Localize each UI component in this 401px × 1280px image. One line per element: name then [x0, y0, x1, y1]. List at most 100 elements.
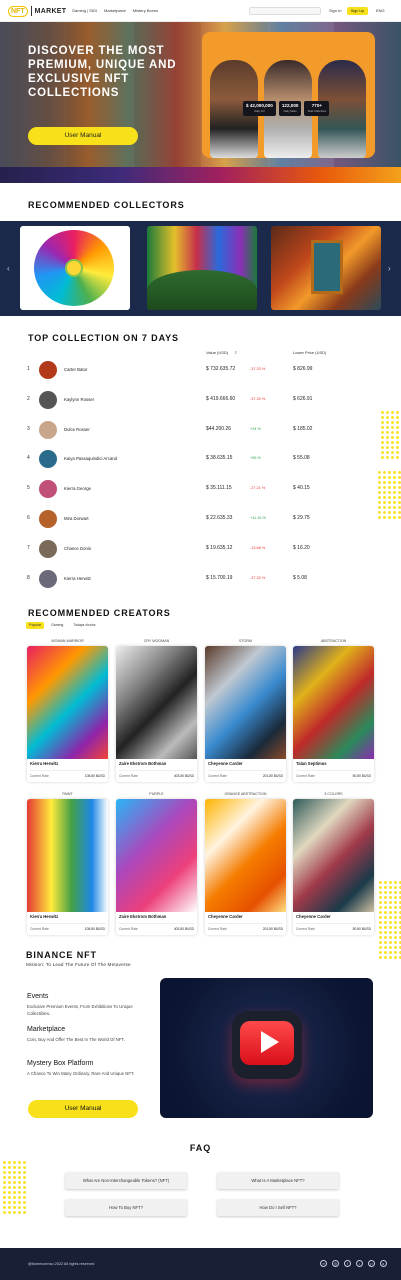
table-row[interactable]: 7 Chance Donin $ 19.635.12 -13.68 % $ 16.20: [0, 535, 401, 565]
collection-value: $ 19.635.12: [206, 544, 233, 551]
card-divider: [119, 770, 194, 771]
youtube-red-box: [240, 1021, 294, 1065]
instagram-icon[interactable]: ◎: [332, 1260, 339, 1267]
artwork-image: [27, 799, 108, 912]
current-rate-label: Current Rate: [30, 774, 49, 778]
avatar: [39, 510, 57, 528]
creator-card[interactable]: Cheyenne Carder Current Rate 201.80 BUSD: [205, 646, 286, 782]
rank-number: 2: [27, 395, 30, 402]
avatar: [39, 420, 57, 439]
current-rate-label: Current Rate: [30, 927, 49, 931]
youtube-icon[interactable]: ▸: [380, 1260, 387, 1267]
rank-number: 4: [27, 455, 30, 462]
feature-title-mystery-box: Mystery Box Platform: [27, 1060, 94, 1067]
table-row[interactable]: 6 Mira Dorwart $ 22.635.33 +11.15 % $ 29.75: [0, 505, 401, 535]
collectors-title: RECOMMENDED COLLECTORS: [28, 200, 185, 210]
creator-tabs: Popular Gaming Todays choice: [26, 622, 99, 629]
tab-popular[interactable]: Popular: [26, 622, 45, 629]
avatar: [39, 390, 57, 409]
play-icon[interactable]: [261, 1031, 279, 1053]
creator-name: Kierra Herwitz: [30, 761, 59, 766]
creator-card[interactable]: Cheyenne Carder Current Rate 201.80 BUSD: [205, 799, 286, 935]
stat-daily-sales: 122,000 Daily Sales: [278, 101, 302, 116]
table-row[interactable]: 8 Kierra Herwitz $ 15.700.19 -37.33 % $ 5.08: [0, 565, 401, 595]
artwork-image: [205, 799, 286, 912]
lower-price: $ 40.15: [293, 485, 310, 492]
value-change: +55 %: [250, 456, 261, 461]
top-collection-title: TOP COLLECTION ON 7 DAYS: [28, 333, 179, 343]
creator-card[interactable]: Talan Septimus Current Rate 50.80 BUSD: [293, 646, 374, 782]
sort-icon[interactable]: ⇕: [234, 350, 237, 355]
nav-link-marketplace[interactable]: Marketplace: [104, 8, 126, 13]
stat-total-collections: 770+ Total Collections: [304, 101, 330, 116]
nav-link-mistery-boxes[interactable]: Mistery Boxes: [133, 8, 158, 13]
collector-image-flower[interactable]: [20, 226, 130, 310]
collector-name: Chance Donin: [64, 545, 92, 551]
card-divider: [296, 923, 371, 924]
collection-value: $ 732.635.72: [206, 366, 236, 372]
current-rate-label: Current Rate: [208, 927, 227, 931]
binance-title: BINANCE NFT: [26, 950, 97, 960]
language-selector[interactable]: ENG: [376, 8, 385, 13]
hero-stats: $ 42,000,000 Daily Vol 122,000 Daily Sal…: [243, 101, 330, 116]
signin-link[interactable]: Sign In: [329, 8, 341, 13]
feature-title-events: Events: [27, 993, 49, 1000]
feature-text-events: Exclusive Premium Events, From Exhibitio…: [27, 1004, 133, 1016]
creator-card[interactable]: Zaire Ekstrom Bothman Current Rate 403.80 …: [116, 799, 197, 935]
avatar: [39, 480, 57, 499]
tab-todays-choice[interactable]: Todays choice: [70, 622, 98, 629]
collector-image-windows[interactable]: [147, 226, 257, 310]
facebook-icon[interactable]: f: [344, 1260, 351, 1267]
creator-card[interactable]: Kierra Herwitz Current Rate 108.80 BUSD: [27, 799, 108, 935]
carousel-prev-icon[interactable]: ‹: [7, 264, 10, 273]
creator-card-caption: PAINT: [62, 792, 73, 796]
creator-name: Cheyenne Carder: [208, 914, 243, 919]
creator-card[interactable]: Cheyenne Carder Current Rate 50.80 BUSD: [293, 799, 374, 935]
collector-image-window-art[interactable]: [271, 226, 381, 310]
binance-subtitle: Mission: To Lead The Future Of The Metav…: [26, 962, 131, 967]
signup-button[interactable]: Sign Up: [347, 7, 368, 15]
value-change: -27.21 %: [250, 486, 266, 491]
avatar: [39, 450, 57, 469]
table-row[interactable]: 5 Kierra George $ 35.111.15 -27.21 % $ 40.15: [0, 475, 401, 505]
creator-card[interactable]: Kierra Herwitz Current Rate 108.80 BUSD: [27, 646, 108, 782]
tiktok-icon[interactable]: ♪: [356, 1260, 363, 1267]
logo-text: MARKET: [34, 7, 67, 15]
faq-question-4[interactable]: How Do I Sell NFT?: [217, 1199, 339, 1216]
rank-number: 3: [27, 425, 30, 432]
faq-question-2[interactable]: What Is A Marketplace NFT?: [217, 1172, 339, 1189]
feature-text-marketplace: Coin, Buy And Offer The Best In The Worl…: [27, 1037, 125, 1042]
meta-icon[interactable]: ∞: [320, 1260, 327, 1267]
youtube-logo: [232, 1011, 302, 1079]
creator-card[interactable]: Zaire Ekstrom Bothman Current Rate 403.80 …: [116, 646, 197, 782]
creator-card-caption: STORM: [239, 639, 252, 643]
table-row[interactable]: 3 Dulce Rosser $44.200.26 +24 % $ 185.02: [0, 416, 401, 446]
top-navbar: NFT MARKET Gaming | SIDI Marketplace Mis…: [0, 0, 401, 22]
user-manual-button-2[interactable]: User Manual: [28, 1100, 138, 1118]
nav-link-gaming[interactable]: Gaming | SIDI: [72, 8, 97, 13]
lower-price: $ 29.75: [293, 515, 310, 521]
tab-gaming[interactable]: Gaming: [48, 622, 66, 629]
faq-question-1[interactable]: What Are Non-Interchangeable Tokens? (NF…: [65, 1172, 187, 1189]
collector-name: Dulce Rosser: [64, 426, 90, 432]
table-row[interactable]: 2 Kaylynn Rosser $ 419.666.60 -37.33 % $ 626…: [0, 386, 401, 416]
card-divider: [208, 923, 283, 924]
rank-number: 8: [27, 574, 30, 581]
user-manual-button[interactable]: User Manual: [28, 127, 138, 145]
creator-card-caption: CRY WOOMAN: [143, 639, 170, 643]
carousel-next-icon[interactable]: ›: [388, 264, 391, 273]
collector-name: Carter Bator: [64, 367, 88, 372]
logo[interactable]: NFT MARKET: [8, 5, 66, 17]
hero-gradient-strip: [0, 167, 401, 183]
column-header-value[interactable]: Value (USD): [206, 350, 228, 355]
avatar: [39, 569, 57, 588]
table-row[interactable]: 1 Carter Bator $ 732.635.72 -37.33 % $ 826.9…: [0, 356, 401, 386]
search-input[interactable]: [249, 7, 321, 15]
collection-value: $ 38.635.15: [206, 455, 233, 462]
table-row[interactable]: 4 Kaiya Passaquindici Arcand $ 38.635.15 +5…: [0, 445, 401, 475]
video-player[interactable]: [160, 978, 373, 1118]
pinterest-icon[interactable]: p: [368, 1260, 375, 1267]
artwork-image: [293, 646, 374, 759]
stat-daily-vol: $ 42,000,000 Daily Vol: [243, 101, 276, 116]
faq-question-3[interactable]: How To Buy NFT?: [65, 1199, 187, 1216]
